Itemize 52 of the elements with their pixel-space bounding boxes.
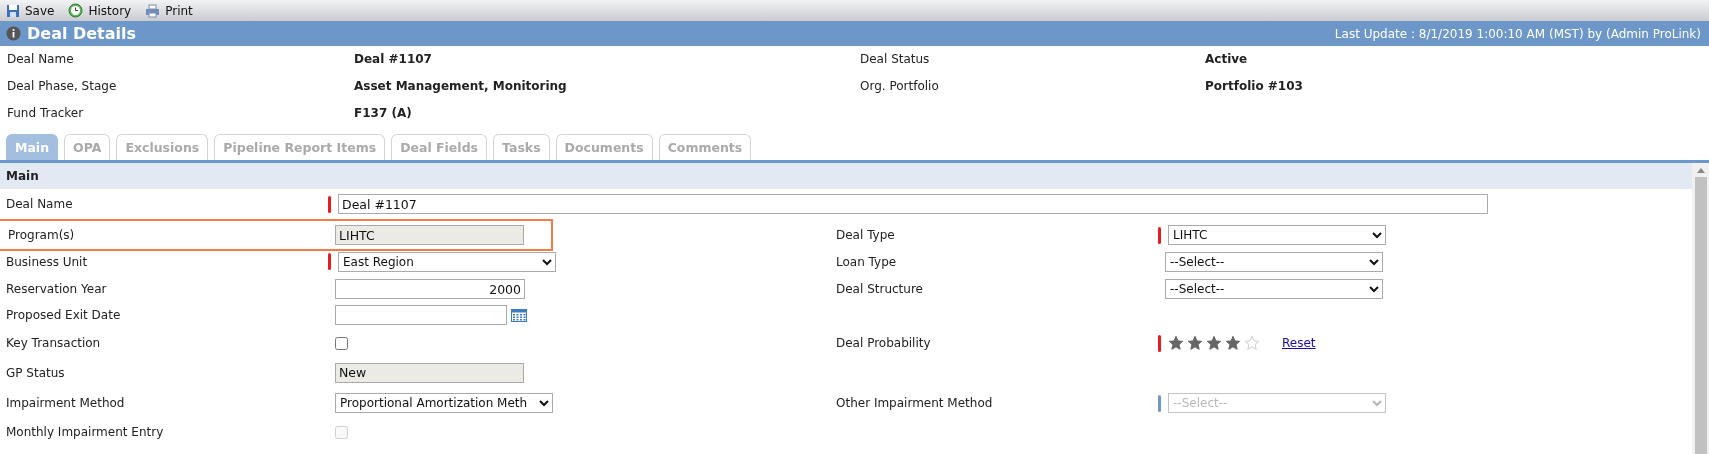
readonly-field[interactable]: New — [335, 362, 524, 383]
checkbox[interactable] — [335, 336, 348, 350]
field-label: Key Transaction — [6, 336, 101, 350]
field-label: Impairment Method — [6, 396, 125, 410]
summary-value: Portfolio #103 — [1205, 78, 1304, 95]
info-icon — [6, 26, 21, 41]
field-label: Program(s) — [8, 228, 75, 242]
toolbar-button[interactable]: Save — [6, 3, 55, 18]
dropdown[interactable]: Proportional Amortization Meth — [335, 393, 553, 413]
dropdown[interactable]: --Select-- — [1165, 279, 1383, 299]
field-label: GP Status — [6, 365, 65, 380]
reset-link[interactable]: Reset — [1282, 336, 1316, 350]
scrollbar[interactable] — [1692, 163, 1709, 454]
last-update: Last Update : 8/1/2019 1:00:10 AM (MST) by (Admin ProLink) — [1334, 26, 1701, 41]
header-title: Deal Details — [27, 24, 137, 43]
printer-icon — [145, 3, 161, 18]
toolbar-button[interactable]: History — [68, 3, 132, 18]
summary-label: Deal Status — [860, 51, 931, 68]
star-icon[interactable] — [1225, 335, 1241, 351]
field-label: Deal Type — [836, 228, 895, 242]
star-icon[interactable] — [1168, 335, 1184, 351]
dropdown[interactable]: --Select-- — [1165, 251, 1383, 272]
clock-icon — [68, 3, 84, 18]
field-label: Loan Type — [836, 254, 897, 269]
field-label: Deal Name — [6, 197, 73, 211]
field-label: Deal Probability — [836, 336, 931, 350]
field-label: Proposed Exit Date — [6, 308, 121, 322]
summary-label: Fund Tracker — [7, 105, 85, 122]
dropdown[interactable]: LIHTC — [1168, 225, 1386, 245]
readonly-field[interactable]: LIHTC — [335, 225, 524, 245]
scroll-up-icon[interactable] — [1696, 168, 1705, 173]
number-field[interactable]: 2000 — [335, 279, 525, 299]
section-header: Main — [0, 163, 1692, 189]
summary-label: Deal Phase, Stage — [7, 78, 118, 95]
toolbar-button[interactable]: Print — [145, 3, 193, 18]
field-label: Monthly Impairment Entry — [6, 425, 164, 439]
field-label: Reservation Year — [6, 282, 107, 296]
field-label: Business Unit — [6, 254, 88, 269]
dropdown[interactable]: East Region — [338, 251, 556, 272]
field-label: Deal Structure — [836, 282, 923, 296]
calendar-icon[interactable] — [511, 308, 527, 322]
date-field[interactable] — [335, 305, 507, 325]
summary-value: Asset Management, Monitoring — [354, 78, 568, 95]
summary-value: F137 (A) — [354, 105, 413, 122]
field-label: Other Impairment Method — [836, 396, 993, 410]
star-icon[interactable] — [1206, 335, 1222, 351]
summary-label: Org. Portfolio — [860, 78, 940, 95]
summary-value: Active — [1205, 51, 1249, 68]
star-icon[interactable] — [1187, 335, 1203, 351]
summary-value: Deal #1107 — [354, 51, 433, 68]
summary-label: Deal Name — [7, 51, 75, 68]
text-field[interactable]: Deal #1107 — [338, 194, 1488, 214]
